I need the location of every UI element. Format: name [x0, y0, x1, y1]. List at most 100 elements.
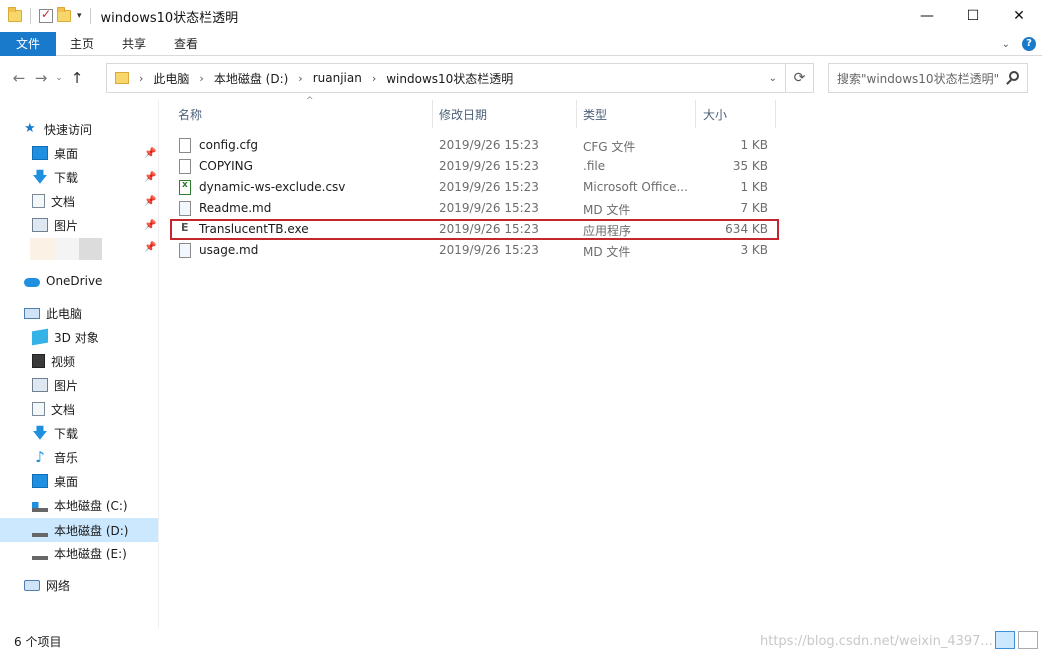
column-header-name[interactable]: 名称 ^	[178, 96, 432, 128]
file-row[interactable]: COPYING 2019/9/26 15:23 .file 35 KB	[170, 156, 780, 177]
file-date: 2019/9/26 15:23	[439, 243, 539, 257]
pin-icon[interactable]: 📌	[144, 220, 156, 231]
sidebar-item-label: 下载	[54, 426, 79, 441]
maximize-button[interactable]: ☐	[950, 0, 996, 32]
details-view-button[interactable]	[995, 631, 1015, 649]
text-file-icon	[179, 201, 191, 216]
window-controls: — ☐ ✕	[904, 0, 1042, 32]
folder-icon[interactable]	[8, 7, 22, 22]
tab-share[interactable]: 共享	[108, 32, 160, 56]
navigation-pane: ★ 快速访问 桌面 📌 🡇 下载 📌 文档 📌 图片 📌 📌 OneDrive …	[0, 100, 160, 628]
file-icon	[179, 138, 191, 153]
file-list: 名称 ^ 修改日期 类型 大小 config.cfg 2019/9/26 15:…	[170, 96, 1042, 628]
column-divider[interactable]	[576, 100, 577, 128]
file-row[interactable]: Readme.md 2019/9/26 15:23 MD 文件 7 KB	[170, 198, 780, 219]
file-size: 35 KB	[732, 159, 768, 173]
cube-icon	[32, 328, 48, 346]
minimize-button[interactable]: —	[904, 0, 950, 32]
column-divider[interactable]	[695, 100, 696, 128]
large-icons-view-button[interactable]	[1018, 631, 1038, 649]
star-icon: ★	[24, 121, 36, 136]
column-header-type[interactable]: 类型	[583, 100, 693, 128]
pane-divider[interactable]	[158, 100, 159, 628]
expand-ribbon-icon[interactable]: ⌄	[1002, 39, 1010, 50]
new-folder-icon[interactable]	[57, 7, 71, 22]
tab-file[interactable]: 文件	[0, 31, 57, 56]
column-divider[interactable]	[432, 100, 433, 128]
pin-icon[interactable]: 📌	[144, 242, 156, 253]
sidebar-item-videos[interactable]: 视频	[0, 350, 158, 372]
chevron-right-icon[interactable]: ›	[199, 72, 203, 85]
sidebar-item-downloads-pc[interactable]: 🡇 下载	[0, 422, 158, 444]
sidebar-item-label: 快速访问	[44, 122, 93, 137]
recent-locations-dropdown[interactable]: ⌄	[52, 73, 66, 83]
sidebar-item-drive-e[interactable]: 本地磁盘 (E:)	[0, 542, 158, 564]
sidebar-item-onedrive[interactable]: OneDrive	[0, 270, 158, 292]
refresh-button[interactable]: ⟳	[786, 63, 814, 93]
sidebar-item-documents-pc[interactable]: 文档	[0, 398, 158, 420]
sidebar-item-pictures[interactable]: 图片 📌	[0, 214, 158, 236]
search-input[interactable]: 搜索"windows10状态栏透明"	[828, 63, 1028, 93]
title-bar: ▾ windows10状态栏透明 — ☐ ✕	[0, 0, 1042, 32]
chevron-right-icon[interactable]: ›	[298, 72, 302, 85]
network-icon	[24, 579, 40, 591]
address-history-dropdown[interactable]: ⌄	[769, 73, 777, 84]
sidebar-item-drive-c[interactable]: 本地磁盘 (C:)	[0, 494, 158, 516]
column-header-date[interactable]: 修改日期	[439, 100, 575, 128]
drive-icon	[32, 552, 48, 560]
column-header-size[interactable]: 大小	[703, 100, 773, 128]
sidebar-item-documents[interactable]: 文档 📌	[0, 190, 158, 212]
sidebar-item-drive-d[interactable]: 本地磁盘 (D:)	[0, 518, 158, 542]
file-date: 2019/9/26 15:23	[439, 201, 539, 215]
sidebar-item-quick-access[interactable]: ★ 快速访问	[0, 118, 158, 140]
sidebar-item-desktop-pc[interactable]: 桌面	[0, 470, 158, 492]
file-type: MD 文件	[583, 203, 631, 217]
help-icon[interactable]: ?	[1022, 37, 1036, 51]
chevron-right-icon[interactable]: ›	[139, 72, 143, 85]
sidebar-item-this-pc[interactable]: 此电脑	[0, 302, 158, 324]
sidebar-item-network[interactable]: 网络	[0, 574, 158, 596]
file-type: MD 文件	[583, 245, 631, 259]
file-date: 2019/9/26 15:23	[439, 180, 539, 194]
sidebar-item-label: 文档	[51, 402, 76, 417]
column-divider[interactable]	[775, 100, 776, 128]
forward-button[interactable]: →	[30, 69, 52, 87]
sidebar-item-music[interactable]: ♪ 音乐	[0, 446, 158, 468]
breadcrumb-drive-d[interactable]: 本地磁盘 (D:)	[214, 70, 288, 87]
file-row[interactable]: dynamic-ws-exclude.csv 2019/9/26 15:23 M…	[170, 177, 780, 198]
file-size: 1 KB	[740, 138, 768, 152]
file-date: 2019/9/26 15:23	[439, 138, 539, 152]
breadcrumb-current-folder[interactable]: windows10状态栏透明	[386, 70, 513, 87]
sidebar-item-label: 音乐	[54, 450, 79, 465]
file-row[interactable]: usage.md 2019/9/26 15:23 MD 文件 3 KB	[170, 240, 780, 261]
pin-icon[interactable]: 📌	[144, 148, 156, 159]
pin-icon[interactable]: 📌	[144, 172, 156, 183]
up-button[interactable]: ↑	[66, 69, 88, 87]
file-name: dynamic-ws-exclude.csv	[199, 180, 346, 194]
sidebar-item-pictures-pc[interactable]: 图片	[0, 374, 158, 396]
file-size: 1 KB	[740, 180, 768, 194]
document-icon	[32, 194, 45, 208]
navigation-bar: ← → ⌄ ↑ › 此电脑 › 本地磁盘 (D:) › ruanjian › w…	[0, 56, 1042, 100]
sidebar-item-downloads[interactable]: 🡇 下载 📌	[0, 166, 158, 188]
sidebar-item-3d-objects[interactable]: 3D 对象	[0, 326, 158, 348]
search-icon[interactable]	[1009, 71, 1019, 81]
pictures-icon	[32, 378, 48, 392]
breadcrumb-this-pc[interactable]: 此电脑	[153, 70, 189, 87]
address-bar[interactable]: › 此电脑 › 本地磁盘 (D:) › ruanjian › windows10…	[106, 63, 786, 93]
back-button[interactable]: ←	[8, 69, 30, 87]
tab-view[interactable]: 查看	[160, 32, 212, 56]
properties-icon[interactable]	[39, 7, 53, 23]
sidebar-item-label: 下载	[54, 170, 79, 185]
sidebar-item-desktop[interactable]: 桌面 📌	[0, 142, 158, 164]
customize-toolbar-dropdown[interactable]: ▾	[77, 11, 82, 21]
tab-home[interactable]: 主页	[56, 32, 108, 56]
chevron-right-icon[interactable]: ›	[372, 72, 376, 85]
breadcrumb-ruanjian[interactable]: ruanjian	[313, 71, 362, 85]
sidebar-item-label: 视频	[51, 354, 76, 369]
pin-icon[interactable]: 📌	[144, 196, 156, 207]
file-row[interactable]: config.cfg 2019/9/26 15:23 CFG 文件 1 KB	[170, 135, 780, 156]
sidebar-item-label: 图片	[54, 218, 79, 233]
close-button[interactable]: ✕	[996, 0, 1042, 32]
pictures-icon	[32, 218, 48, 232]
